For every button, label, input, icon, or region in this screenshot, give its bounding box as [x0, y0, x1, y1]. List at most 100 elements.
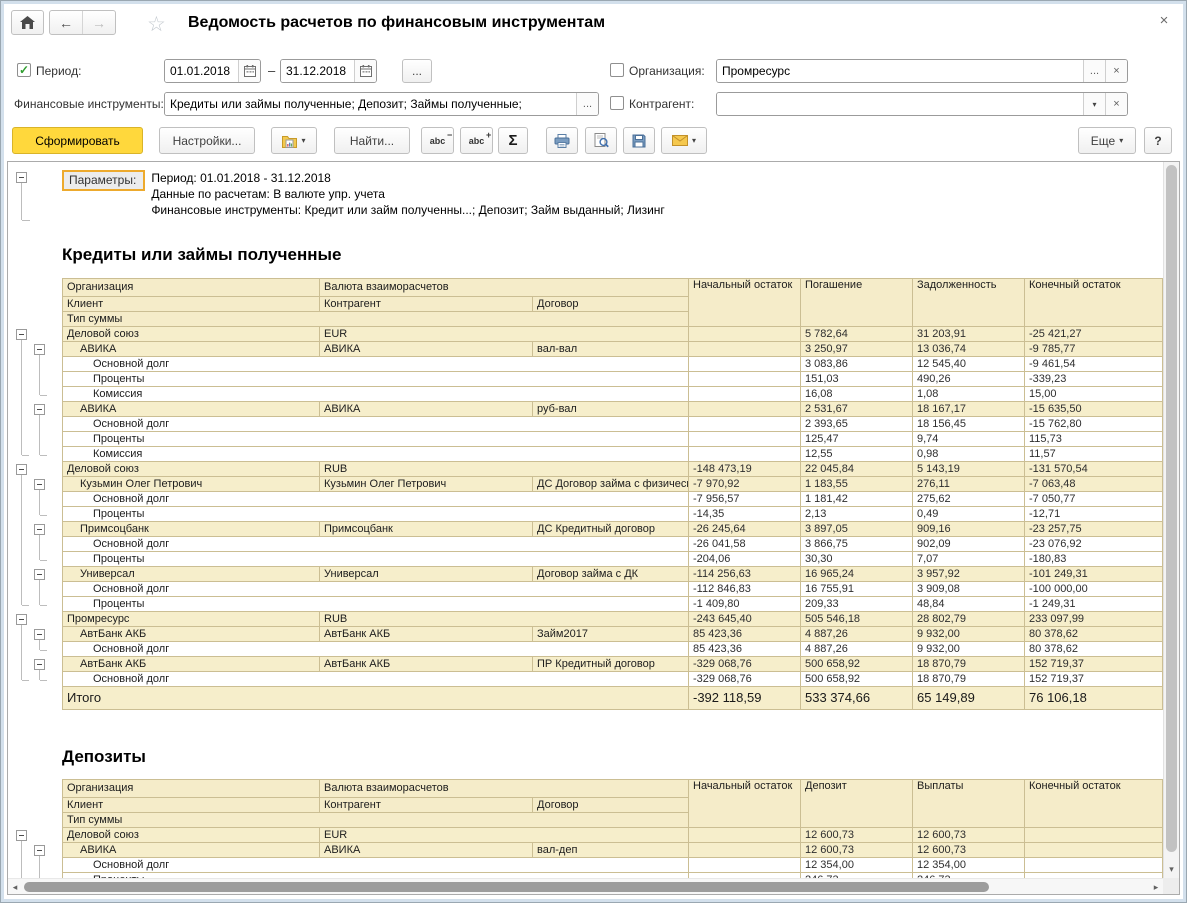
cell-contragent[interactable]: АвтБанк АКБ	[320, 657, 533, 672]
cell-amount[interactable]: 505 546,18	[801, 612, 913, 627]
cell-amount[interactable]: 16,08	[801, 387, 913, 402]
group-collapse-button[interactable]	[34, 524, 45, 535]
cell-sum-type[interactable]: Основной долг	[63, 492, 689, 507]
cell-amount[interactable]: -26 041,58	[689, 537, 801, 552]
cell-amount[interactable]: 909,16	[913, 522, 1025, 537]
cell-amount[interactable]: 3 957,92	[913, 567, 1025, 582]
cell-currency[interactable]: RUB	[320, 612, 689, 627]
cell-amount[interactable]: 30,30	[801, 552, 913, 567]
cell-amount[interactable]	[689, 342, 801, 357]
cell-amount[interactable]: 125,47	[801, 432, 913, 447]
cell-amount[interactable]: 500 658,92	[801, 672, 913, 687]
cell-contragent[interactable]: АВИКА	[320, 342, 533, 357]
cell-amount[interactable]: 31 203,91	[913, 327, 1025, 342]
header-contragent[interactable]: Контрагент	[320, 798, 533, 813]
cell-amount[interactable]: -100 000,00	[1025, 582, 1163, 597]
cell-amount[interactable]: 9,74	[913, 432, 1025, 447]
group-collapse-button[interactable]	[34, 569, 45, 580]
cell-amount[interactable]: -15 635,50	[1025, 402, 1163, 417]
cell-amount[interactable]	[689, 327, 801, 342]
period-more-button[interactable]: ...	[402, 59, 432, 83]
cell-amount[interactable]: 28 802,79	[913, 612, 1025, 627]
cell-sum-type[interactable]: Проценты	[63, 597, 689, 612]
cell-contract[interactable]: ПР Кредитный договор	[533, 657, 689, 672]
collapse-groups-button[interactable]: abc−	[421, 127, 454, 154]
cell-client[interactable]: АВИКА	[63, 402, 320, 417]
cell-organization[interactable]: Деловой союз	[63, 327, 320, 342]
home-button[interactable]	[11, 10, 44, 35]
cell-amount[interactable]: 9 932,00	[913, 627, 1025, 642]
counterparty-checkbox[interactable]	[610, 96, 624, 110]
cell-amount[interactable]: -23 076,92	[1025, 537, 1163, 552]
cell-amount[interactable]	[689, 828, 801, 843]
cell-sum-type[interactable]: Проценты	[63, 552, 689, 567]
cell-amount[interactable]	[1025, 828, 1163, 843]
horizontal-scrollbar[interactable]: ◂ ▸	[8, 878, 1163, 894]
cell-contragent[interactable]: АВИКА	[320, 843, 533, 858]
cell-sum-type[interactable]: Проценты	[63, 507, 689, 522]
cell-contract[interactable]: ДС Кредитный договор	[533, 522, 689, 537]
cell-amount[interactable]: 7,07	[913, 552, 1025, 567]
cell-sum-type[interactable]: Основной долг	[63, 417, 689, 432]
cell-amount[interactable]: 152 719,37	[1025, 672, 1163, 687]
cell-amount[interactable]: 2 393,65	[801, 417, 913, 432]
cell-amount[interactable]: 3 083,86	[801, 357, 913, 372]
cell-total-amount[interactable]: 65 149,89	[913, 687, 1025, 710]
cell-amount[interactable]	[1025, 843, 1163, 858]
cell-amount[interactable]: 500 658,92	[801, 657, 913, 672]
close-button[interactable]: ×	[1155, 11, 1173, 29]
favorite-star-icon[interactable]: ☆	[147, 12, 166, 37]
cell-amount[interactable]: 3 866,75	[801, 537, 913, 552]
cell-contract[interactable]: вал-деп	[533, 843, 689, 858]
cell-amount[interactable]	[689, 843, 801, 858]
organization-clear-button[interactable]: ×	[1105, 60, 1127, 82]
cell-amount[interactable]: 3 250,97	[801, 342, 913, 357]
cell-amount[interactable]: 12 600,73	[801, 843, 913, 858]
cell-amount[interactable]: 80 378,62	[1025, 642, 1163, 657]
scroll-left-arrow[interactable]: ◂	[8, 880, 22, 894]
cell-amount[interactable]: 15,00	[1025, 387, 1163, 402]
cell-amount[interactable]: -25 421,27	[1025, 327, 1163, 342]
cell-amount[interactable]	[689, 447, 801, 462]
send-mail-button[interactable]: ▾	[661, 127, 707, 154]
cell-amount[interactable]: -329 068,76	[689, 672, 801, 687]
cell-sum-type[interactable]: Комиссия	[63, 447, 689, 462]
cell-amount[interactable]	[689, 432, 801, 447]
cell-amount[interactable]: 18 167,17	[913, 402, 1025, 417]
generate-button[interactable]: Сформировать	[12, 127, 143, 154]
sum-button[interactable]: Σ	[498, 127, 528, 154]
cell-amount[interactable]: 233 097,99	[1025, 612, 1163, 627]
header-client[interactable]: Клиент	[63, 297, 320, 312]
parameters-cell[interactable]: Параметры:	[62, 170, 145, 191]
scroll-right-arrow[interactable]: ▸	[1149, 880, 1163, 894]
header-measure[interactable]: Начальный остаток	[689, 780, 801, 828]
cell-amount[interactable]	[1025, 858, 1163, 873]
group-collapse-button[interactable]	[16, 464, 27, 475]
organization-more-button[interactable]: ...	[1083, 60, 1105, 82]
group-collapse-button[interactable]	[34, 659, 45, 670]
cell-amount[interactable]: 12 600,73	[913, 843, 1025, 858]
cell-amount[interactable]: 2 531,67	[801, 402, 913, 417]
vertical-scrollbar-thumb[interactable]	[1166, 165, 1177, 852]
cell-amount[interactable]: -26 245,64	[689, 522, 801, 537]
horizontal-scrollbar-thumb[interactable]	[24, 882, 989, 892]
cell-amount[interactable]: 275,62	[913, 492, 1025, 507]
cell-amount[interactable]: 9 932,00	[913, 642, 1025, 657]
group-collapse-button[interactable]	[34, 479, 45, 490]
cell-amount[interactable]: -15 762,80	[1025, 417, 1163, 432]
header-contract[interactable]: Договор	[533, 297, 689, 312]
cell-amount[interactable]: -9 785,77	[1025, 342, 1163, 357]
cell-amount[interactable]: 85 423,36	[689, 627, 801, 642]
cell-amount[interactable]	[689, 387, 801, 402]
group-collapse-button[interactable]	[34, 404, 45, 415]
cell-organization[interactable]: Деловой союз	[63, 828, 320, 843]
cell-client[interactable]: АВИКА	[63, 843, 320, 858]
cell-sum-type[interactable]: Проценты	[63, 372, 689, 387]
cell-sum-type[interactable]: Основной долг	[63, 537, 689, 552]
cell-amount[interactable]: -101 249,31	[1025, 567, 1163, 582]
period-from-input[interactable]	[165, 60, 238, 82]
cell-contract[interactable]: ДС Договор займа с физическим лицом	[533, 477, 689, 492]
cell-contragent[interactable]: АВИКА	[320, 402, 533, 417]
cell-amount[interactable]: -12,71	[1025, 507, 1163, 522]
cell-amount[interactable]: -112 846,83	[689, 582, 801, 597]
